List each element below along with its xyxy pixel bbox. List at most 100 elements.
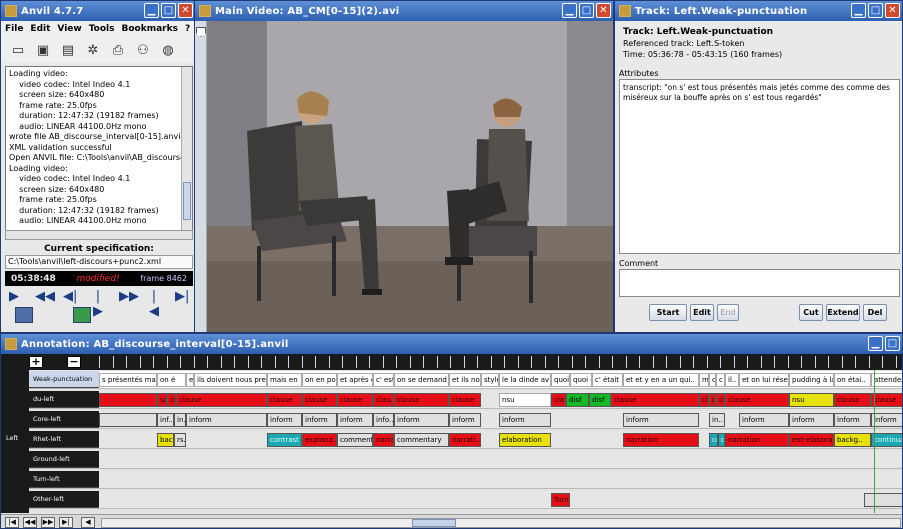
save-icon[interactable]: ▣ — [34, 41, 52, 59]
annotation-element[interactable] — [864, 493, 902, 507]
annotation-element[interactable]: disf — [566, 393, 589, 407]
annotation-element[interactable]: quoi — [551, 373, 570, 387]
annotation-element[interactable]: on se demand — [394, 373, 449, 387]
track-label[interactable]: Rhet-left — [29, 431, 99, 448]
maximize-icon[interactable]: □ — [868, 3, 883, 18]
annotation-element[interactable]: attendez — [871, 373, 902, 387]
track-lane[interactable]: Turn — [99, 491, 902, 508]
annotation-element[interactable]: ils doivent nous pren.. — [194, 373, 267, 387]
annotation-element[interactable]: cl — [716, 393, 725, 407]
track-label[interactable]: Ground-left — [29, 451, 99, 468]
track-lane[interactable]: s/aclclauseclauseclauseclauseclau..claus… — [99, 391, 902, 408]
annotation-element[interactable]: clause — [176, 393, 267, 407]
comment-field[interactable] — [619, 269, 900, 297]
anvil-titlebar[interactable]: Anvil 4.7.7 ▁ □ ✕ — [1, 1, 195, 21]
menu-bookmarks[interactable]: Bookmarks — [121, 24, 177, 34]
annotation-element[interactable]: quoi é — [570, 373, 592, 387]
track-lane[interactable]: s présentés maon éetils doivent nous pre… — [99, 371, 902, 388]
close-icon[interactable]: ✕ — [178, 3, 193, 18]
annotation-element[interactable]: c' est — [373, 373, 394, 387]
cut-button[interactable]: Cut — [799, 304, 823, 321]
annotation-element[interactable]: elaboration — [499, 433, 551, 447]
annotation-element[interactable]: rs.. — [174, 433, 186, 447]
menu-edit[interactable]: Edit — [30, 24, 50, 34]
annotation-element[interactable]: clause — [611, 393, 699, 407]
annotation-element[interactable]: in.. — [174, 413, 186, 427]
attributes-box[interactable]: transcript: "on s' est tous présentés ma… — [619, 79, 900, 254]
menu-tools[interactable]: Tools — [89, 24, 115, 34]
go-end-icon[interactable]: ▶| — [175, 289, 189, 319]
annotation-element[interactable]: narration — [725, 433, 789, 447]
annotation-element[interactable]: inform — [394, 413, 449, 427]
annotation-element[interactable]: inform — [834, 413, 871, 427]
maximize-icon[interactable]: □ — [579, 3, 594, 18]
annotation-element[interactable]: le la dinde av — [499, 373, 551, 387]
track-lane[interactable] — [99, 451, 902, 468]
annotation-element[interactable]: on étai.. — [834, 373, 871, 387]
log-panel[interactable]: Loading video: video codec: Intel Indeo … — [5, 66, 193, 232]
annotation-element[interactable]: narration — [623, 433, 699, 447]
settings-icon[interactable]: ✲ — [84, 41, 102, 59]
track-titlebar[interactable]: Track: Left.Weak-punctuation ▁ □ ✕ — [615, 1, 902, 21]
video-titlebar[interactable]: Main Video: AB_CM[0-15](2).avi ▁ □ ✕ — [195, 1, 613, 21]
first-icon[interactable]: |◀ — [5, 517, 19, 528]
annotation-element[interactable]: inf.. — [157, 413, 174, 427]
menu-file[interactable]: File — [5, 24, 23, 34]
annotation-element[interactable]: nsu — [789, 393, 834, 407]
collapse-icon[interactable]: − — [67, 356, 81, 368]
track-lane[interactable]: bac..rs..contrastexplana..comment..narra… — [99, 431, 902, 448]
annotation-element[interactable]: clause — [302, 393, 337, 407]
annotation-element[interactable]: clause — [337, 393, 373, 407]
annotation-element[interactable]: on é — [157, 373, 186, 387]
annotation-element[interactable]: inform — [449, 413, 481, 427]
annotation-element[interactable]: il.. — [725, 373, 739, 387]
annotation-element[interactable]: c — [709, 373, 716, 387]
annotation-element[interactable]: con.. — [709, 433, 718, 447]
maximize-icon[interactable]: □ — [885, 336, 900, 351]
annotation-element[interactable]: inform — [499, 413, 551, 427]
annotation-element[interactable]: nsu — [499, 393, 551, 407]
annotation-element[interactable]: contrast — [267, 433, 302, 447]
annotation-element[interactable]: inform — [623, 413, 699, 427]
annotation-element[interactable]: inform — [789, 413, 834, 427]
timeline-scrollbar[interactable] — [101, 518, 901, 528]
annotation-element[interactable]: disf — [589, 393, 611, 407]
track-lane[interactable]: inf..in..informinforminforminforminfo..i… — [99, 411, 902, 428]
annotation-element[interactable]: inform — [267, 413, 302, 427]
annotation-element[interactable]: Turn — [551, 493, 570, 507]
next-icon[interactable]: ▶▶ — [41, 517, 55, 528]
annotation-element[interactable]: s présentés ma — [99, 373, 157, 387]
log-horizontal-scrollbar[interactable] — [5, 230, 193, 240]
menu-view[interactable]: View — [57, 24, 81, 34]
annotation-element[interactable]: ent-elabora.. — [789, 433, 834, 447]
playback-cursor[interactable] — [874, 370, 875, 513]
annotation-element[interactable]: et et y en a un qui.. — [623, 373, 699, 387]
annotation-element[interactable]: clause — [725, 393, 789, 407]
annotation-element[interactable]: co.. — [718, 433, 725, 447]
go-start-icon[interactable]: |◀ — [147, 289, 161, 319]
annotation-element[interactable]: et on lui rése.. — [739, 373, 789, 387]
log-vertical-scrollbar[interactable] — [181, 67, 192, 231]
maximize-icon[interactable]: □ — [161, 3, 176, 18]
annotation-element[interactable]: bac.. — [157, 433, 174, 447]
annotation-element[interactable]: narra.. — [373, 433, 394, 447]
annotation-element[interactable]: et après c — [337, 373, 373, 387]
annotation-element[interactable]: c' était — [592, 373, 623, 387]
annotation-element[interactable]: style — [481, 373, 499, 387]
track-label[interactable]: Core-left — [29, 411, 99, 428]
excel-export-icon[interactable] — [73, 307, 91, 323]
annotation-element[interactable]: cl — [699, 393, 709, 407]
menu-help[interactable]: ? — [185, 24, 190, 34]
annotation-element[interactable] — [99, 393, 157, 407]
annotation-element[interactable]: c — [716, 373, 725, 387]
annotation-element[interactable]: continua.. — [871, 433, 902, 447]
end-button[interactable]: End — [717, 304, 739, 321]
annotation-element[interactable]: clause — [871, 393, 902, 407]
binoculars-icon[interactable]: ⚇ — [134, 41, 152, 59]
annotation-element[interactable]: cla — [551, 393, 566, 407]
extend-button[interactable]: Extend — [826, 304, 860, 321]
annotation-element[interactable]: comment.. — [337, 433, 373, 447]
start-button[interactable]: Start — [649, 304, 687, 321]
edit-button[interactable]: Edit — [690, 304, 714, 321]
close-icon[interactable]: ✕ — [885, 3, 900, 18]
